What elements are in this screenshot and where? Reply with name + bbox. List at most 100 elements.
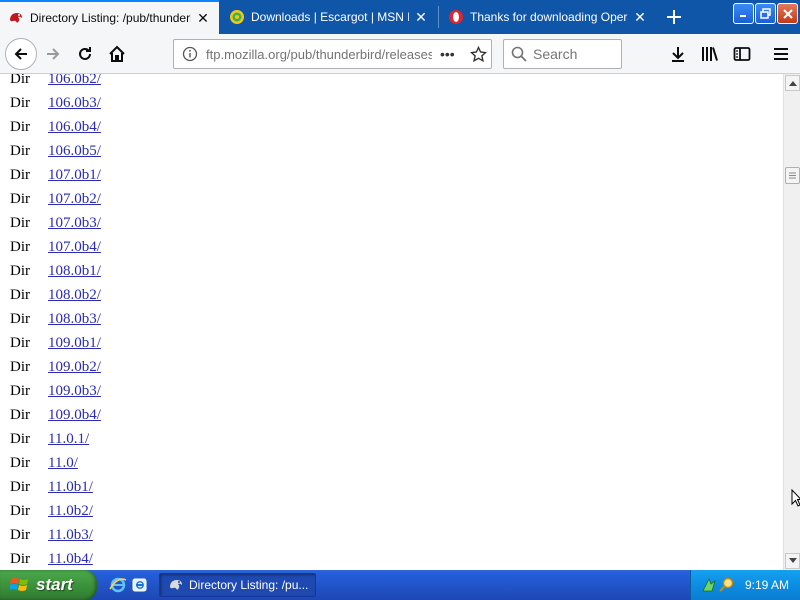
directory-link[interactable]: 11.0/ xyxy=(48,455,78,472)
directory-link[interactable]: 106.0b3/ xyxy=(48,95,101,112)
opera-icon xyxy=(448,9,464,25)
windows-logo-icon xyxy=(10,578,28,591)
minimize-icon xyxy=(740,15,746,17)
list-item: Dir 107.0b4/ xyxy=(0,239,600,263)
hamburger-menu-icon xyxy=(774,48,788,60)
entry-type: Dir xyxy=(10,215,30,231)
directory-link[interactable]: 107.0b1/ xyxy=(48,167,101,184)
directory-link[interactable]: 106.0b2/ xyxy=(48,74,101,88)
url-bar[interactable]: ftp.mozilla.org/pub/thunderbird/releases… xyxy=(173,39,492,69)
directory-link[interactable]: 109.0b4/ xyxy=(48,407,101,424)
mouse-cursor-icon xyxy=(791,489,800,507)
entry-type: Dir xyxy=(10,191,30,207)
restore-window-button[interactable] xyxy=(755,3,776,24)
sidebar-button[interactable] xyxy=(728,40,756,68)
tab-close-icon[interactable]: ✕ xyxy=(632,9,648,25)
plus-icon xyxy=(667,10,681,24)
downloads-button[interactable] xyxy=(664,40,692,68)
tab-close-icon[interactable]: ✕ xyxy=(195,10,211,26)
tab-directory-listing[interactable]: Directory Listing: /pub/thunderbird ✕ xyxy=(0,0,219,34)
entry-type: Dir xyxy=(10,311,30,327)
entry-type: Dir xyxy=(10,527,30,543)
entry-type: Dir xyxy=(10,551,30,567)
search-input[interactable] xyxy=(533,46,613,62)
entry-type: Dir xyxy=(10,74,30,87)
entry-type: Dir xyxy=(10,263,30,279)
directory-link[interactable]: 11.0b1/ xyxy=(48,479,93,496)
directory-link[interactable]: 107.0b4/ xyxy=(48,239,101,256)
menu-button[interactable] xyxy=(767,40,795,68)
tab-title: Directory Listing: /pub/thunderbird xyxy=(30,11,191,25)
home-button[interactable] xyxy=(103,40,131,68)
tab-title: Downloads | Escargot | MSN Messenger xyxy=(251,10,409,24)
tab-close-icon[interactable]: ✕ xyxy=(413,9,429,25)
list-item: Dir 109.0b1/ xyxy=(0,335,600,359)
network-icon[interactable] xyxy=(701,577,717,593)
forward-button[interactable] xyxy=(39,40,67,68)
start-button[interactable]: start xyxy=(0,570,97,600)
navigation-toolbar: ftp.mozilla.org/pub/thunderbird/releases… xyxy=(0,34,800,74)
thunderbird-icon xyxy=(168,577,184,593)
tab-escargot-downloads[interactable]: Downloads | Escargot | MSN Messenger ✕ xyxy=(221,0,437,34)
close-window-button[interactable] xyxy=(777,3,798,24)
system-tray: 9:19 AM xyxy=(690,570,800,600)
directory-link[interactable]: 11.0b3/ xyxy=(48,527,93,544)
reload-button[interactable] xyxy=(71,40,99,68)
directory-link[interactable]: 11.0b2/ xyxy=(48,503,93,520)
list-item: Dir 106.0b5/ xyxy=(0,143,600,167)
minimize-window-button[interactable] xyxy=(733,3,754,24)
entry-type: Dir xyxy=(10,335,30,351)
directory-link[interactable]: 107.0b3/ xyxy=(48,215,101,232)
bookmark-star-icon[interactable] xyxy=(470,46,487,63)
forward-arrow-icon xyxy=(47,48,60,60)
scroll-down-button[interactable] xyxy=(785,553,800,569)
scrollbar-thumb[interactable] xyxy=(785,167,800,184)
url-text[interactable]: ftp.mozilla.org/pub/thunderbird/releases… xyxy=(206,47,432,62)
search-tray-icon[interactable] xyxy=(719,577,735,593)
entry-type: Dir xyxy=(10,143,30,159)
tab-opera-thanks[interactable]: Thanks for downloading Opera ✕ xyxy=(440,0,656,34)
sidebar-icon xyxy=(733,47,751,61)
directory-link[interactable]: 106.0b5/ xyxy=(48,143,101,160)
taskbar-window-title: Directory Listing: /pu... xyxy=(189,578,309,592)
info-icon[interactable] xyxy=(182,46,198,62)
list-item: Dir 108.0b3/ xyxy=(0,311,600,335)
directory-link[interactable]: 11.0.1/ xyxy=(48,431,89,448)
internet-explorer-icon[interactable] xyxy=(109,576,127,594)
entry-type: Dir xyxy=(10,383,30,399)
clock: 9:19 AM xyxy=(745,578,790,592)
directory-link[interactable]: 108.0b1/ xyxy=(48,263,101,280)
grip-icon xyxy=(789,172,796,179)
entry-type: Dir xyxy=(10,239,30,255)
directory-link[interactable]: 108.0b2/ xyxy=(48,287,101,304)
scroll-up-button[interactable] xyxy=(785,75,800,91)
entry-type: Dir xyxy=(10,359,30,375)
list-item: Dir 11.0b1/ xyxy=(0,479,600,503)
quick-launch-browser-icon[interactable] xyxy=(131,576,149,594)
directory-link[interactable]: 106.0b4/ xyxy=(48,119,101,136)
directory-link[interactable]: 107.0b2/ xyxy=(48,191,101,208)
entry-type: Dir xyxy=(10,455,30,471)
taskbar-window-button[interactable]: Directory Listing: /pu... xyxy=(159,573,316,597)
back-arrow-icon xyxy=(14,48,27,60)
entry-type: Dir xyxy=(10,119,30,135)
page-actions-icon[interactable]: ••• xyxy=(440,46,455,62)
new-tab-button[interactable] xyxy=(660,4,688,30)
search-bar[interactable] xyxy=(503,39,622,69)
directory-link[interactable]: 109.0b2/ xyxy=(48,359,101,376)
list-item: Dir 108.0b1/ xyxy=(0,263,600,287)
library-button[interactable] xyxy=(696,40,724,68)
download-arrow-icon xyxy=(672,47,684,62)
directory-link[interactable]: 11.0b4/ xyxy=(48,551,93,568)
list-item: Dir 11.0.1/ xyxy=(0,431,600,455)
scroll-up-arrow-icon xyxy=(788,81,797,86)
back-button[interactable] xyxy=(5,38,37,70)
directory-link[interactable]: 108.0b3/ xyxy=(48,311,101,328)
reload-icon xyxy=(79,47,91,60)
directory-link[interactable]: 109.0b1/ xyxy=(48,335,101,352)
list-item: Dir 107.0b2/ xyxy=(0,191,600,215)
directory-link[interactable]: 109.0b3/ xyxy=(48,383,101,400)
list-item: Dir 107.0b3/ xyxy=(0,215,600,239)
list-item: Dir 11.0b2/ xyxy=(0,503,600,527)
escargot-icon xyxy=(229,9,245,25)
